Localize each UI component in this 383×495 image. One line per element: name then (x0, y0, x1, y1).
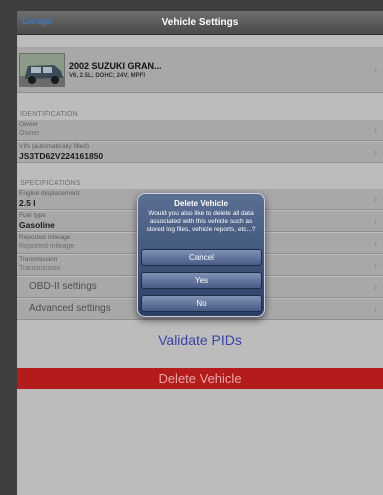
engine-label: Engine displacement (19, 190, 80, 197)
transmission-value: Transmission (19, 265, 61, 272)
mileage-value: Reported mileage (19, 243, 75, 250)
chevron-right-icon: › (374, 304, 377, 314)
chevron-right-icon: › (374, 64, 377, 75)
chevron-right-icon: › (374, 260, 377, 270)
chevron-right-icon: › (374, 194, 377, 204)
validate-pids-button[interactable]: Validate PIDs (17, 332, 383, 348)
obd-settings-label: OBD-II settings (29, 281, 97, 292)
mileage-label: Reported mileage (19, 234, 71, 241)
yes-button[interactable]: Yes (141, 272, 262, 289)
vehicle-title: 2002 SUZUKI GRAN... (69, 61, 162, 71)
advanced-settings-label: Advanced settings (29, 303, 111, 314)
dialog-message: Would you also like to delete all data a… (146, 210, 256, 233)
delete-vehicle-dialog: Delete Vehicle Would you also like to de… (137, 193, 265, 317)
fuel-value: Gasoline (19, 220, 55, 230)
vehicle-subtitle: V6, 2.5L; DOHC; 24V; MPFI (69, 73, 146, 79)
vin-label: VIN (automatically filled) (19, 143, 90, 150)
chevron-right-icon: › (374, 147, 377, 157)
chevron-right-icon: › (374, 216, 377, 226)
owner-value: Owner (19, 130, 40, 137)
engine-value: 2.5 l (19, 198, 36, 208)
chevron-right-icon: › (374, 238, 377, 248)
delete-vehicle-label: Delete Vehicle (158, 371, 242, 386)
transmission-label: Transmission (19, 256, 58, 263)
owner-label: Owner (19, 121, 39, 128)
chevron-right-icon: › (374, 282, 377, 292)
vin-value: JS3TD62V224161850 (19, 151, 104, 161)
car-photo (19, 53, 65, 87)
navigation-bar: Garage Vehicle Settings (17, 11, 383, 35)
identification-header: IDENTIFICATION (20, 111, 78, 118)
chevron-right-icon: › (374, 125, 377, 135)
cancel-button[interactable]: Cancel (141, 249, 262, 266)
delete-vehicle-button[interactable]: Delete Vehicle (17, 368, 383, 389)
owner-row[interactable]: Owner Owner › (17, 120, 383, 141)
no-button[interactable]: No (141, 295, 262, 312)
vehicle-summary-row[interactable]: 2002 SUZUKI GRAN... V6, 2.5L; DOHC; 24V;… (17, 47, 383, 93)
dialog-title: Delete Vehicle (174, 199, 228, 208)
specifications-header: SPECIFICATIONS (20, 180, 81, 187)
fuel-label: Fuel type (19, 212, 46, 219)
vin-row[interactable]: VIN (automatically filled) JS3TD62V22416… (17, 142, 383, 163)
page-title: Vehicle Settings (161, 17, 239, 28)
